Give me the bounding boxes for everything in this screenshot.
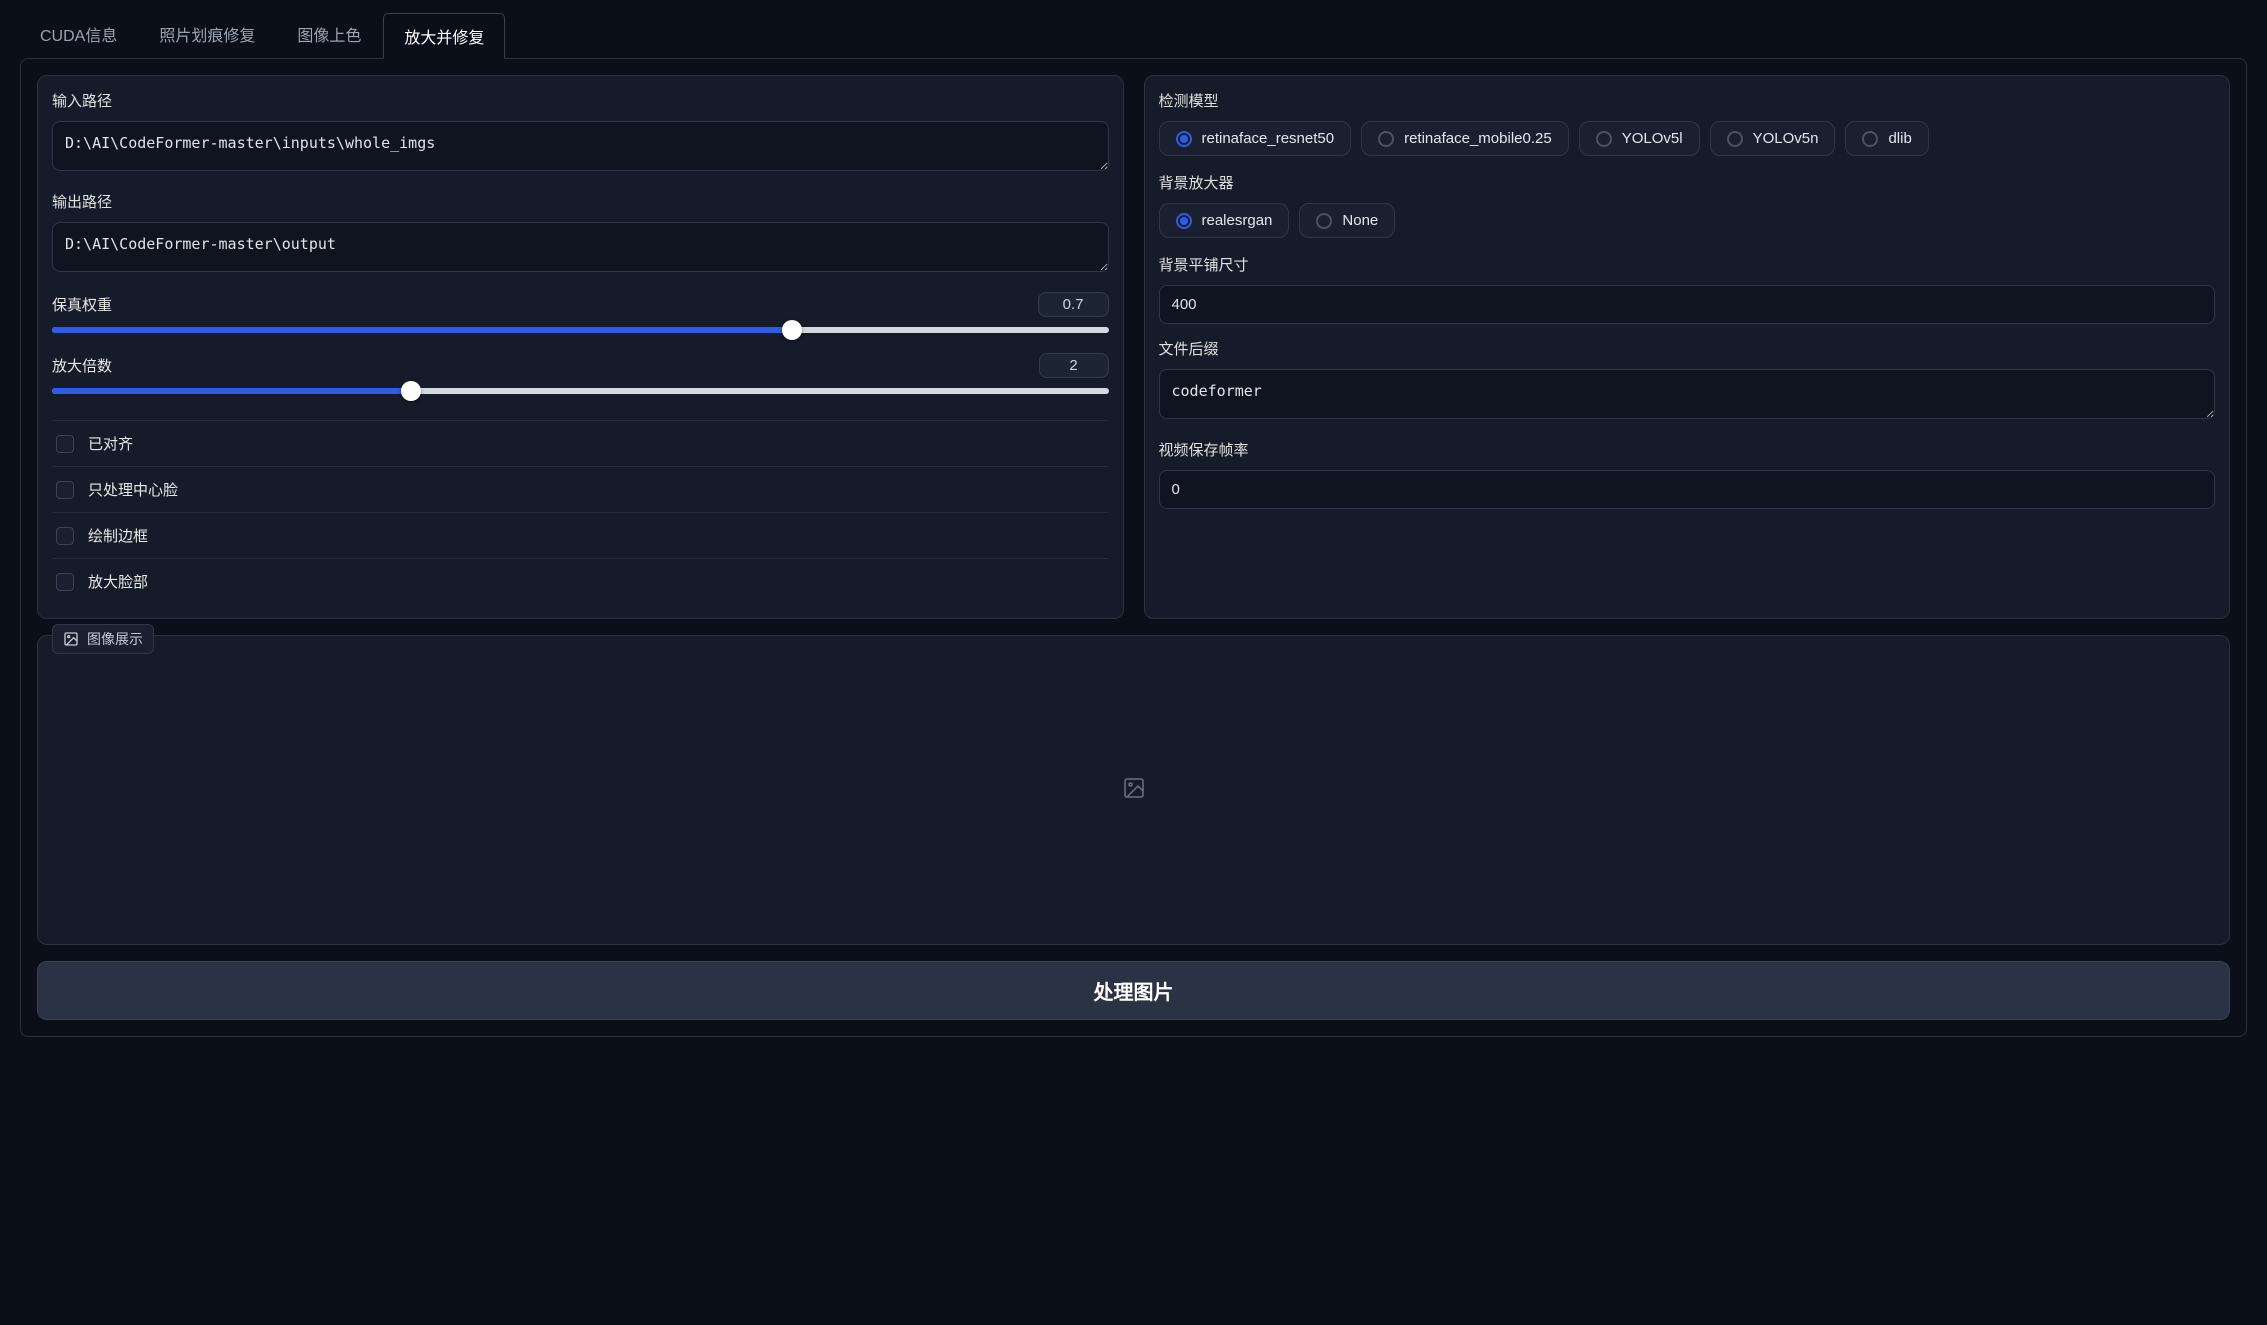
image-preview-panel: 图像展示 [37,635,2230,945]
suffix-textarea[interactable] [1159,369,2216,419]
upscale-label: 放大倍数 [52,355,112,376]
input-path-textarea[interactable] [52,121,1109,171]
checkbox-icon [56,481,74,499]
suffix-label: 文件后缀 [1159,338,2216,359]
image-preview-label: 图像展示 [87,629,143,649]
radio-yolov5l[interactable]: YOLOv5l [1579,121,1700,156]
left-panel: 输入路径 输出路径 保真权重 0.7 放大倍数 2 [37,75,1124,619]
bg-upsampler-label: 背景放大器 [1159,172,2216,193]
radio-yolov5n[interactable]: YOLOv5n [1710,121,1836,156]
radio-label: None [1342,212,1378,229]
radio-label: YOLOv5n [1753,130,1819,147]
bg-tile-input[interactable] [1159,285,2216,324]
radio-icon [1378,131,1394,147]
image-placeholder-icon [1122,776,1146,804]
checkbox-icon [56,527,74,545]
image-icon [63,631,79,647]
check-draw-box[interactable]: 绘制边框 [52,512,1109,558]
image-preview-tag[interactable]: 图像展示 [52,624,154,654]
output-path-label: 输出路径 [52,191,1109,212]
check-aligned[interactable]: 已对齐 [52,420,1109,466]
radio-dlib[interactable]: dlib [1845,121,1928,156]
tab-colorize[interactable]: 图像上色 [277,12,381,58]
fidelity-label: 保真权重 [52,294,112,315]
radio-icon [1596,131,1612,147]
tab-upscale-repair[interactable]: 放大并修复 [383,13,505,59]
process-button[interactable]: 处理图片 [37,961,2230,1020]
right-panel: 检测模型 retinaface_resnet50 retinaface_mobi… [1144,75,2231,619]
tab-scratch[interactable]: 照片划痕修复 [139,12,275,58]
radio-icon [1316,213,1332,229]
checkbox-icon [56,573,74,591]
check-draw-box-label: 绘制边框 [88,525,148,546]
radio-label: retinaface_mobile0.25 [1404,130,1552,147]
bg-upsampler-group: realesrgan None [1159,203,2216,238]
checkbox-icon [56,435,74,453]
fps-label: 视频保存帧率 [1159,439,2216,460]
detection-model-label: 检测模型 [1159,90,2216,111]
radio-retinaface-mobile[interactable]: retinaface_mobile0.25 [1361,121,1569,156]
upscale-value[interactable]: 2 [1039,353,1109,378]
radio-icon [1862,131,1878,147]
radio-icon [1176,131,1192,147]
fps-input[interactable] [1159,470,2216,509]
fidelity-slider[interactable] [52,327,1109,333]
radio-icon [1727,131,1743,147]
tabs: CUDA信息 照片划痕修复 图像上色 放大并修复 [20,12,2247,58]
content: 输入路径 输出路径 保真权重 0.7 放大倍数 2 [20,58,2247,1037]
detection-model-group: retinaface_resnet50 retinaface_mobile0.2… [1159,121,2216,156]
radio-retinaface-resnet50[interactable]: retinaface_resnet50 [1159,121,1352,156]
output-path-textarea[interactable] [52,222,1109,272]
radio-icon [1176,213,1192,229]
radio-label: realesrgan [1202,212,1273,229]
fidelity-value[interactable]: 0.7 [1038,292,1109,317]
radio-label: retinaface_resnet50 [1202,130,1335,147]
radio-label: dlib [1888,130,1911,147]
check-face-upsample[interactable]: 放大脸部 [52,558,1109,604]
radio-label: YOLOv5l [1622,130,1683,147]
tab-cuda[interactable]: CUDA信息 [20,12,137,58]
input-path-label: 输入路径 [52,90,1109,111]
radio-none[interactable]: None [1299,203,1395,238]
check-aligned-label: 已对齐 [88,433,133,454]
check-center-face[interactable]: 只处理中心脸 [52,466,1109,512]
check-face-upsample-label: 放大脸部 [88,571,148,592]
radio-realesrgan[interactable]: realesrgan [1159,203,1290,238]
check-center-face-label: 只处理中心脸 [88,479,178,500]
upscale-slider[interactable] [52,388,1109,394]
bg-tile-label: 背景平铺尺寸 [1159,254,2216,275]
